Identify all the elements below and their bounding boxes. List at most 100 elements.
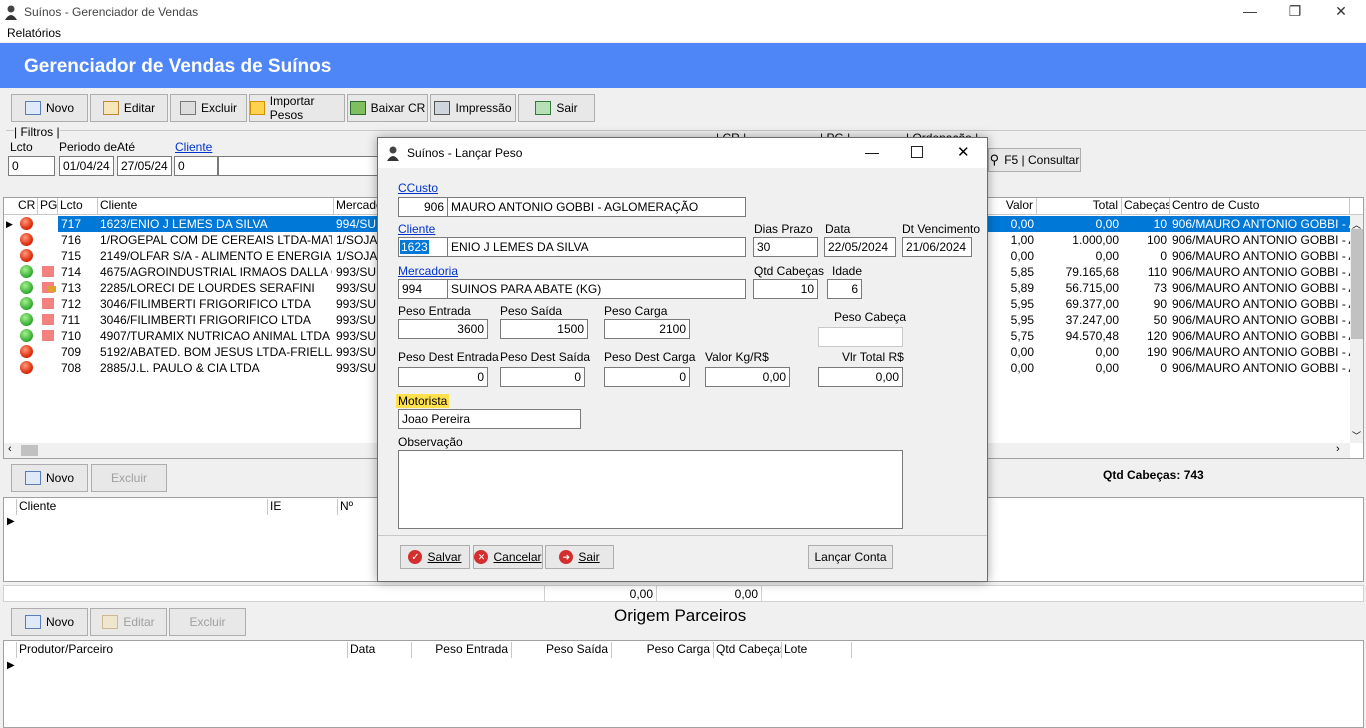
valor-kg-input[interactable]: 0,00 [705, 367, 790, 387]
cr-status-icon [20, 329, 33, 342]
scroll-thumb[interactable] [1351, 229, 1363, 339]
banner-title: Gerenciador de Vendas de Suínos [24, 56, 332, 77]
bottom-excluir-button[interactable]: Excluir [169, 608, 246, 636]
col-mid-cliente[interactable]: Cliente [16, 499, 268, 515]
cell-cabecas: 110 [1147, 265, 1167, 279]
salvar-button[interactable]: ✓ Salvar [400, 545, 470, 569]
col-total[interactable]: Total [1037, 198, 1122, 214]
observacao-textarea[interactable] [398, 450, 903, 529]
sair-button[interactable]: Sair [518, 94, 595, 122]
ccusto-link[interactable]: CCusto [398, 181, 438, 195]
dt-vencimento-input[interactable]: 21/06/2024 [902, 237, 972, 257]
col-peso-carga[interactable]: Peso Carga [612, 642, 714, 658]
periodo-de-input[interactable]: 01/04/24 [59, 156, 114, 176]
col-data[interactable]: Data [348, 642, 412, 658]
dialog-minimize-icon[interactable]: — [865, 144, 879, 160]
col-pg[interactable]: PG [38, 198, 58, 214]
idade-input[interactable]: 6 [827, 279, 862, 299]
cliente-code-input[interactable]: 1623 [398, 237, 448, 257]
data-input[interactable]: 22/05/2024 [824, 237, 896, 257]
col-lcto[interactable]: Lcto [58, 198, 98, 214]
ccusto-code-input[interactable]: 906 [398, 197, 448, 217]
editar-button[interactable]: Editar [90, 94, 168, 122]
idade-label: Idade [832, 264, 863, 278]
cell-cliente: 2149/OLFAR S/A - ALIMENTO E ENERGIA [100, 249, 332, 263]
col-cr[interactable]: CR [16, 198, 38, 214]
baixar-cr-button[interactable]: Baixar CR [347, 94, 428, 122]
col-qtd-cabecas[interactable]: Qtd Cabeças [714, 642, 782, 658]
new-doc-icon [24, 471, 41, 485]
col-valor[interactable]: Valor [989, 198, 1037, 214]
col-mid-ie[interactable]: IE [268, 499, 338, 515]
cell-cliente: 4675/AGROINDUSTRIAL IRMAOS DALLA COS [100, 265, 332, 279]
peso-dest-saida-input[interactable]: 0 [500, 367, 585, 387]
mid-novo-button[interactable]: Novo [11, 464, 88, 492]
bottom-editar-button[interactable]: Editar [90, 608, 167, 636]
hscroll-thumb[interactable] [21, 445, 38, 456]
minimize-icon[interactable]: — [1240, 3, 1260, 19]
impressao-button[interactable]: Impressão [430, 94, 516, 122]
ccusto-name-input[interactable]: MAURO ANTONIO GOBBI - AGLOMERAÇÃO [447, 197, 746, 217]
consultar-button[interactable]: ⚲ F5 | Consultar [988, 148, 1081, 172]
parceiros-grid: Produtor/Parceiro Data Peso Entrada Peso… [3, 640, 1364, 728]
peso-dest-carga-input[interactable]: 0 [604, 367, 690, 387]
peso-saida-input[interactable]: 1500 [500, 319, 588, 339]
mercadoria-link[interactable]: Mercadoria [398, 264, 458, 278]
cell-lcto: 712 [61, 297, 82, 311]
vertical-scrollbar[interactable]: ︿ ﹀ [1350, 215, 1363, 443]
cell-total: 0,00 [1095, 249, 1119, 263]
peso-entrada-input[interactable]: 3600 [398, 319, 488, 339]
col-cliente[interactable]: Cliente [98, 198, 334, 214]
lcto-filter-input[interactable]: 0 [8, 156, 55, 176]
periodo-label: Periodo de [59, 140, 118, 154]
pg-flag-icon [42, 298, 54, 309]
totals-bar: 0,00 0,00 [3, 585, 1364, 602]
vlr-total-input[interactable]: 0,00 [818, 367, 903, 387]
scroll-down-icon[interactable]: ﹀ [1352, 429, 1361, 442]
dialog-sair-button[interactable]: ➜ Sair [545, 545, 614, 569]
cell-centro-custo: 906/MAURO ANTONIO GOBBI - AG [1172, 233, 1350, 247]
dialog-maximize-icon[interactable] [911, 146, 923, 158]
peso-carga-input[interactable]: 2100 [604, 319, 690, 339]
cliente-filter-name[interactable] [218, 156, 380, 176]
peso-dest-entrada-input[interactable]: 0 [398, 367, 488, 387]
novo-button[interactable]: Novo [11, 94, 88, 122]
mid-excluir-button[interactable]: Excluir [91, 464, 167, 492]
cancelar-button[interactable]: ✕ Cancelar [473, 545, 543, 569]
cliente-filter-link[interactable]: Cliente [175, 140, 212, 154]
col-cabecas[interactable]: Cabeças [1122, 198, 1170, 214]
filtros-group-label: | Filtros | [14, 125, 60, 139]
mercadoria-code-input[interactable]: 994 [398, 279, 448, 299]
col-centro-custo[interactable]: Centro de Custo [1170, 198, 1350, 214]
dias-prazo-label: Dias Prazo [754, 222, 813, 236]
bottom-novo-button[interactable]: Novo [11, 608, 88, 636]
motorista-input[interactable]: Joao Pereira [398, 409, 581, 429]
col-produtor[interactable]: Produtor/Parceiro [16, 642, 348, 658]
restore-icon[interactable]: ❐ [1285, 3, 1305, 20]
cliente-filter-code[interactable]: 0 [174, 156, 218, 176]
dias-prazo-input[interactable]: 30 [753, 237, 818, 257]
menu-relatorios[interactable]: Relatórios [7, 26, 61, 40]
app-banner: Gerenciador de Vendas de Suínos [0, 43, 1366, 88]
peso-dest-carga-label: Peso Dest Carga [604, 350, 696, 364]
pig-farmer-icon [387, 146, 399, 161]
lancar-conta-button[interactable]: Lançar Conta [808, 545, 893, 569]
col-peso-entrada[interactable]: Peso Entrada [412, 642, 512, 658]
col-lote[interactable]: Lote [782, 642, 852, 658]
ate-input[interactable]: 27/05/24 [117, 156, 172, 176]
qtd-cabecas-input[interactable]: 10 [753, 279, 818, 299]
cliente-name-input[interactable]: ENIO J LEMES DA SILVA [447, 237, 746, 257]
dialog-close-icon[interactable]: ✕ [957, 143, 970, 161]
importar-pesos-button[interactable]: Importar Pesos [249, 94, 345, 122]
scroll-right-icon[interactable]: › [1336, 443, 1340, 455]
magnifier-icon: ⚲ [989, 152, 1000, 167]
close-icon[interactable]: ✕ [1331, 3, 1351, 20]
cell-lcto: 715 [61, 249, 82, 263]
cliente-link[interactable]: Cliente [398, 222, 435, 236]
col-mid-numero[interactable]: Nº [338, 499, 378, 515]
new-doc-icon [24, 615, 41, 629]
excluir-button[interactable]: Excluir [170, 94, 247, 122]
mercadoria-name-input[interactable]: SUINOS PARA ABATE (KG) [447, 279, 746, 299]
scroll-left-icon[interactable]: ‹ [8, 443, 12, 455]
col-peso-saida[interactable]: Peso Saída [512, 642, 612, 658]
